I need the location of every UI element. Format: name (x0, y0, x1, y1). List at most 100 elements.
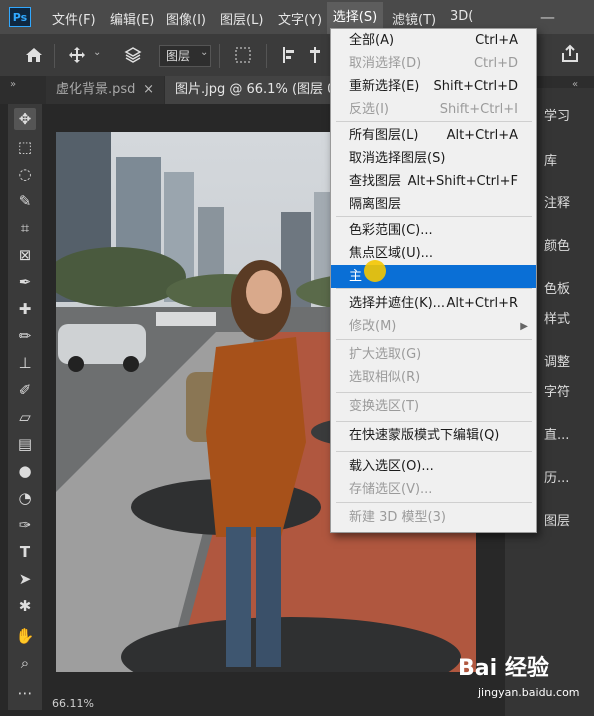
panel-swatches[interactable]: 色板 (544, 278, 570, 297)
menu-separator (336, 392, 532, 393)
menu-item-label: 查找图层 (349, 174, 402, 189)
move-icon[interactable]: ✥ (14, 108, 36, 130)
healing-brush-icon[interactable]: ✚ (14, 298, 36, 320)
select-menu-item[interactable]: 焦点区域(U)... (331, 242, 536, 265)
select-menu-item[interactable]: 隔离图层 (331, 193, 536, 216)
menu-separator (336, 288, 532, 289)
menu-item-label: 选择并遮住(K)... (349, 296, 446, 311)
select-menu-item[interactable]: 所有图层(L) Alt+Ctrl+A (331, 124, 536, 147)
brush-icon[interactable]: ✏ (14, 325, 36, 347)
menu-item-label: 变换选区(T) (349, 399, 420, 414)
menu-file[interactable]: 文件(F) (52, 9, 96, 28)
select-menu-item[interactable]: 主 (331, 265, 536, 288)
select-menu-item[interactable]: 全部(A) Ctrl+A (331, 29, 536, 52)
select-menu-item: 扩大选取(G) (331, 343, 536, 366)
menu-edit[interactable]: 编辑(E) (110, 9, 154, 28)
pen-icon[interactable]: ✑ (14, 514, 36, 536)
tab-image-jpg[interactable]: 图片.jpg @ 66.1% (图层 0 (165, 76, 330, 104)
panel-history[interactable]: 历... (544, 467, 569, 486)
crop-icon[interactable]: ⌗ (14, 217, 36, 239)
align-center-icon[interactable] (308, 46, 322, 64)
tab-blur-background-psd[interactable]: 虚化背景.psd × (46, 76, 164, 104)
panel-character[interactable]: 字符 (544, 381, 570, 400)
select-menu-item: 修改(M) ▶ (331, 315, 536, 338)
type-tool-icon[interactable]: T (14, 541, 36, 563)
hand-icon[interactable]: ✋ (14, 625, 36, 647)
frame-icon[interactable]: ⊠ (14, 244, 36, 266)
path-selection-icon[interactable]: ➤ (14, 568, 36, 590)
home-icon[interactable] (24, 45, 44, 65)
blur-icon[interactable]: ● (14, 460, 36, 482)
menu-item-label: 修改(M) (349, 319, 397, 334)
select-menu-item[interactable]: 查找图层 Alt+Shift+Ctrl+F (331, 170, 536, 193)
submenu-arrow-icon: ▶ (520, 321, 528, 332)
menu-item-label: 选取相似(R) (349, 370, 421, 385)
lasso-icon[interactable]: ◌ (14, 163, 36, 185)
move-tool-icon[interactable] (68, 46, 86, 64)
panel-styles[interactable]: 样式 (544, 308, 570, 327)
menu-3d[interactable]: 3D( (450, 9, 473, 24)
menu-filter[interactable]: 滤镜(T) (392, 9, 436, 28)
collapse-panels-icon[interactable]: » (10, 79, 16, 90)
menu-item-label: 焦点区域(U)... (349, 246, 434, 261)
menu-separator (336, 216, 532, 217)
rectangular-marquee-icon[interactable]: ⬚ (14, 136, 36, 158)
select-menu-item[interactable]: 取消选择图层(S) (331, 147, 536, 170)
menu-separator (336, 121, 532, 122)
minimize-icon[interactable]: — (540, 8, 555, 26)
select-menu-item: 存储选区(V)... (331, 478, 536, 501)
select-menu-item: 选取相似(R) (331, 366, 536, 389)
close-icon[interactable]: × (143, 76, 154, 104)
panel-learn[interactable]: 学习 (544, 105, 570, 124)
select-menu-item: 新建 3D 模型(3) (331, 506, 536, 529)
panel-notes[interactable]: 注释 (544, 192, 570, 211)
menu-type[interactable]: 文字(Y) (278, 9, 322, 28)
panel-color[interactable]: 颜色 (544, 235, 570, 254)
menu-layer[interactable]: 图层(L) (220, 9, 263, 28)
menu-item-shortcut: Alt+Ctrl+R (446, 296, 518, 311)
photoshop-logo[interactable]: Ps (9, 7, 31, 27)
share-icon[interactable] (560, 44, 580, 64)
chevron-down-icon[interactable]: ⌄ (200, 47, 208, 58)
menu-item-label: 所有图层(L) (349, 128, 419, 143)
divider (219, 44, 220, 68)
menu-image[interactable]: 图像(I) (166, 9, 206, 28)
panel-adjustments[interactable]: 调整 (544, 351, 570, 370)
gradient-icon[interactable]: ▤ (14, 433, 36, 455)
divider (266, 44, 267, 68)
zoom-level: 66.11% (52, 697, 94, 710)
panel-libraries[interactable]: 库 (544, 150, 557, 169)
custom-shape-icon[interactable]: ✱ (14, 595, 36, 617)
eyedropper-icon[interactable]: ✒ (14, 271, 36, 293)
menu-item-label: 反选(I) (349, 102, 389, 117)
align-left-icon[interactable] (282, 46, 296, 64)
select-menu-item[interactable]: 在快速蒙版模式下编辑(Q) (331, 424, 536, 447)
chevron-down-icon[interactable]: ⌄ (93, 47, 101, 58)
divider (54, 44, 55, 68)
eraser-icon[interactable]: ▱ (14, 406, 36, 428)
zoom-icon[interactable]: ⌕ (14, 652, 36, 674)
transform-controls-icon[interactable] (234, 46, 252, 64)
menu-item-label: 存储选区(V)... (349, 482, 433, 497)
menu-item-shortcut: Ctrl+D (473, 56, 518, 71)
select-menu-item[interactable]: 色彩范围(C)... (331, 219, 536, 242)
auto-select-layers-icon[interactable] (124, 46, 142, 64)
panel-histogram[interactable]: 直... (544, 424, 569, 443)
menu-item-label: 取消选择(D) (349, 56, 422, 71)
menu-item-shortcut: Shift+Ctrl+I (439, 102, 518, 117)
select-menu-item[interactable]: 重新选择(E) Shift+Ctrl+D (331, 75, 536, 98)
panel-layers[interactable]: 图层 (544, 510, 570, 529)
menu-item-label: 扩大选取(G) (349, 347, 422, 362)
clone-stamp-icon[interactable]: ⊥ (14, 352, 36, 374)
menu-item-label: 全部(A) (349, 33, 395, 48)
select-menu-item[interactable]: 载入选区(O)... (331, 455, 536, 478)
quick-selection-icon[interactable]: ✎ (14, 190, 36, 212)
menu-separator (336, 502, 532, 503)
dodge-icon[interactable]: ◔ (14, 487, 36, 509)
more-tools-icon[interactable]: ⋯ (14, 682, 36, 704)
menu-item-shortcut: Alt+Ctrl+A (446, 128, 518, 143)
menu-item-label: 新建 3D 模型(3) (349, 510, 446, 525)
tab-label: 图片.jpg @ 66.1% (图层 0 (175, 82, 330, 97)
select-menu-item[interactable]: 选择并遮住(K)... Alt+Ctrl+R (331, 292, 536, 315)
history-brush-icon[interactable]: ✐ (14, 379, 36, 401)
